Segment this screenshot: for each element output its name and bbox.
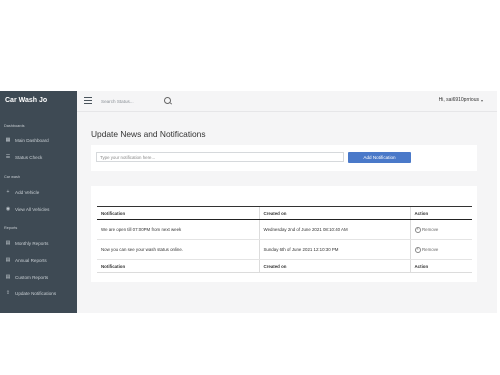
sidebar-item-label: Status Check [15, 154, 43, 160]
column-header-notification: Notification [97, 206, 259, 220]
brand-title[interactable]: Car Wash Jo [5, 97, 47, 104]
remove-label: Remove [422, 227, 439, 232]
sidebar-item-label: View All Vehicles [15, 206, 50, 212]
sidebar-item-main-dashboard[interactable]: ▦ Main Dashboard [5, 136, 75, 144]
remove-label: Remove [422, 247, 439, 252]
created-on-cell: Wednesday 2nd of June 2021 08:10:40 AM [258, 219, 410, 240]
notification-input-placeholder: Type your notification here... [100, 154, 156, 160]
remove-button[interactable]: × Remove [414, 246, 469, 253]
column-header-created-on: Created on [258, 206, 410, 220]
top-bar: Search Status... Hi, sai6910prrious ▾ [77, 91, 497, 112]
notification-input[interactable]: Type your notification here... [96, 152, 344, 162]
sidebar-item-label: Annual Reports [15, 257, 47, 263]
notifications-table: Notification Created on Action We are op… [97, 206, 472, 273]
plus-icon: + [6, 189, 10, 195]
search-icon[interactable] [164, 97, 171, 104]
report-icon: ▤ [5, 257, 11, 263]
sidebar-item-label: Monthly Reports [15, 240, 49, 246]
add-notification-button[interactable]: Add Notification [348, 152, 411, 163]
section-label-reports: Reports [4, 226, 18, 230]
user-menu[interactable]: Hi, sai6910prrious ▾ [439, 97, 483, 103]
page-title: Update News and Notifications [91, 129, 206, 139]
chevron-down-icon: ▾ [480, 97, 483, 103]
close-circle-icon: × [414, 226, 421, 233]
sidebar-item-monthly-reports[interactable]: ▤ Monthly Reports [5, 239, 75, 247]
search-input[interactable]: Search Status... [99, 95, 175, 107]
table-row: We are open till 07:00PM from next week … [97, 219, 472, 240]
sidebar-item-custom-reports[interactable]: ▤ Custom Reports [5, 273, 75, 281]
notification-cell: We are open till 07:00PM from next week [97, 219, 259, 240]
sidebar-item-add-vehicle[interactable]: + Add Vehicle [5, 188, 75, 196]
notifications-table-card: Notification Created on Action We are op… [91, 186, 477, 282]
section-label-dashboards: Dashboards [4, 124, 25, 128]
upload-icon: ⇪ [5, 290, 11, 296]
sidebar-item-label: Main Dashboard [15, 137, 49, 143]
notification-cell: Now you can see your wash status online. [97, 239, 259, 260]
user-greeting: Hi, sai6910prrious [438, 97, 479, 103]
action-cell: × Remove [409, 239, 472, 260]
table-row: Now you can see your wash status online.… [97, 239, 472, 260]
report-icon: ▤ [5, 274, 11, 280]
notification-form-card: Type your notification here... Add Notif… [91, 145, 477, 171]
sidebar-item-label: Add Vehicle [15, 189, 40, 195]
sidebar-item-update-notifications[interactable]: ⇪ Update Notifications [5, 289, 75, 297]
search-placeholder: Search Status... [101, 98, 134, 104]
table-footer-row: Notification Created on Action [97, 259, 472, 273]
remove-button[interactable]: × Remove [414, 226, 469, 233]
sidebar-item-label: Update Notifications [15, 290, 57, 296]
grid-icon: ▦ [5, 137, 11, 143]
hamburger-menu-icon[interactable] [84, 97, 92, 106]
eye-icon: ◉ [5, 206, 11, 212]
action-cell: × Remove [409, 219, 472, 240]
close-circle-icon: × [414, 246, 421, 253]
sidebar-item-view-all-vehicles[interactable]: ◉ View All Vehicles [5, 205, 75, 213]
sidebar-item-status-check[interactable]: ☰ Status Check [5, 153, 75, 161]
column-header-action: Action [409, 206, 472, 220]
footer-created-on: Created on [258, 259, 410, 273]
footer-action: Action [409, 259, 472, 273]
footer-notification: Notification [97, 259, 259, 273]
created-on-cell: Sunday 6th of June 2021 12:10:30 PM [258, 239, 410, 260]
sidebar-item-annual-reports[interactable]: ▤ Annual Reports [5, 256, 75, 264]
list-icon: ☰ [5, 154, 11, 160]
sidebar-item-label: Custom Reports [15, 274, 49, 280]
sidebar: Car Wash Jo Dashboards ▦ Main Dashboard … [0, 91, 77, 313]
section-label-car-wash: Car wash [4, 175, 21, 179]
table-header-row: Notification Created on Action [97, 206, 472, 220]
report-icon: ▤ [5, 240, 11, 246]
